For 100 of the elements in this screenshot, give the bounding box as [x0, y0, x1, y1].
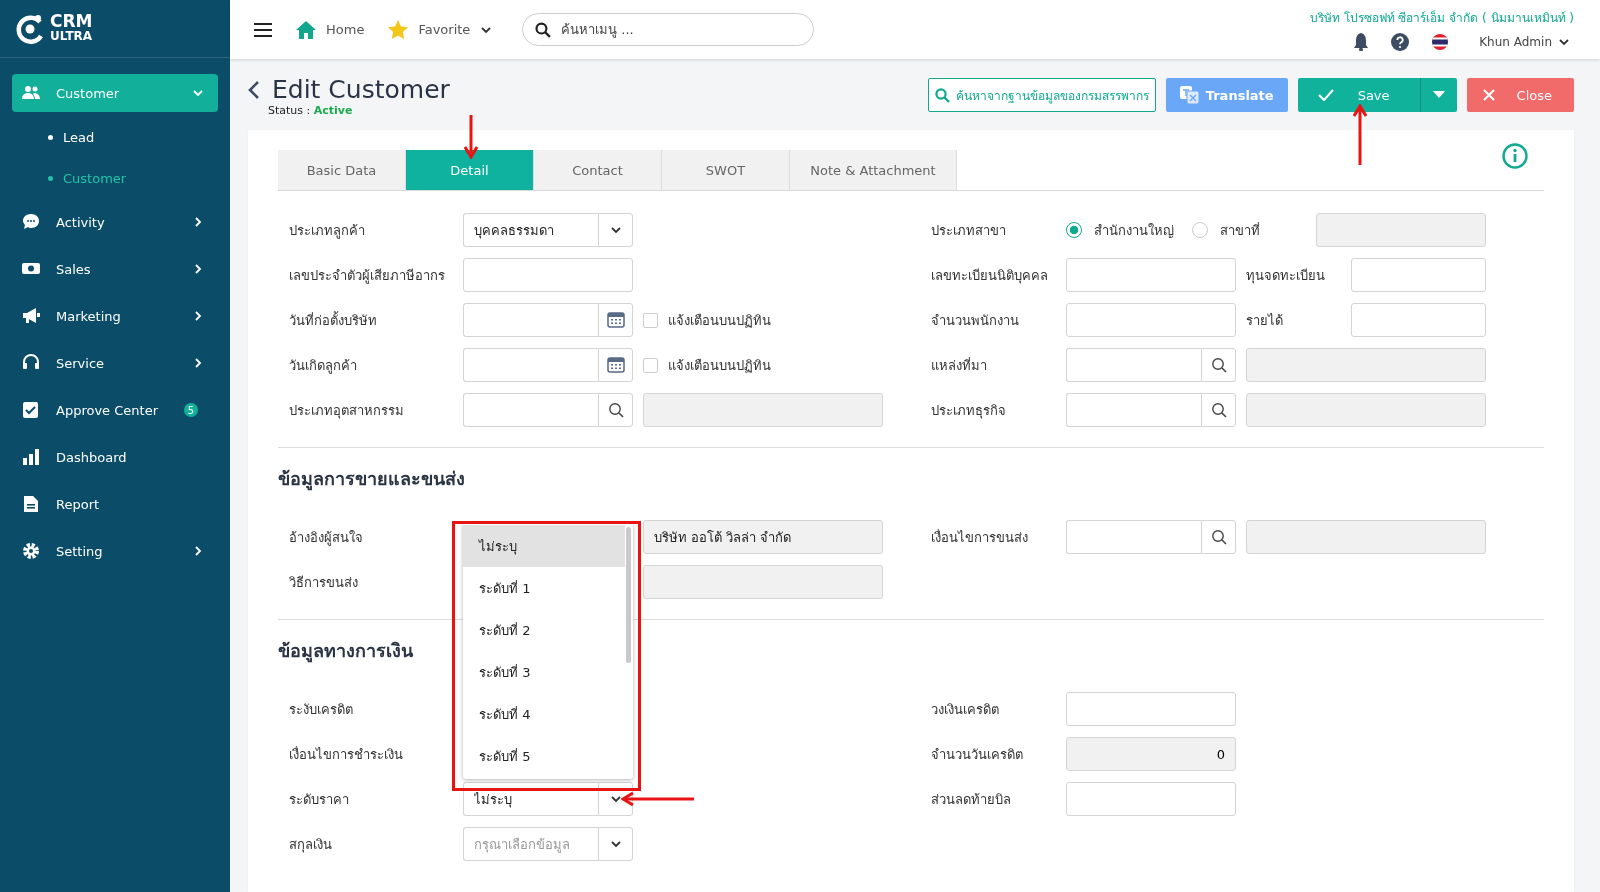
search-button[interactable] — [1201, 520, 1236, 554]
sidebar-item[interactable]: Setting — [12, 532, 218, 570]
sidebar-item[interactable]: Sales — [12, 250, 218, 288]
search-icon — [934, 87, 950, 103]
sidebar-item[interactable]: Service — [12, 344, 218, 382]
dropdown-option[interactable]: ระดับที่ 3 — [463, 651, 625, 693]
dropdown-option[interactable]: ระดับที่ 5 — [463, 735, 625, 777]
date-field[interactable] — [463, 348, 598, 382]
readonly-field[interactable] — [1246, 520, 1486, 554]
count-badge: 5 — [184, 403, 198, 417]
readonly-field[interactable] — [1246, 348, 1486, 382]
crm-logo: CRM ULTRA — [0, 0, 230, 58]
section-title: ข้อมูลทางการเงิน — [278, 639, 414, 663]
sidebar-item[interactable]: Activity — [12, 203, 218, 241]
field-label: ประเภทสาขา — [931, 221, 1007, 240]
submenu-item[interactable]: Customer — [12, 162, 218, 194]
lookup-field[interactable] — [1066, 348, 1201, 382]
lookup-field[interactable] — [1066, 393, 1201, 427]
status-text: Status : Active — [268, 104, 354, 117]
house-icon — [296, 20, 316, 39]
sidebar-item[interactable]: Report — [12, 485, 218, 523]
radio-option[interactable]: สำนักงานใหญ่ — [1066, 219, 1174, 241]
readonly-field[interactable] — [1246, 393, 1486, 427]
calendar-icon — [606, 357, 625, 373]
calendar-icon — [606, 312, 625, 328]
dropdown-option[interactable]: ระดับที่ 1 — [463, 567, 625, 609]
text-field[interactable] — [1351, 303, 1486, 337]
bell-icon[interactable] — [1353, 33, 1370, 51]
home-link[interactable]: Home — [296, 20, 365, 39]
search-button[interactable] — [1201, 393, 1236, 427]
save-options-button[interactable] — [1419, 78, 1457, 112]
calendar-button[interactable] — [598, 303, 633, 337]
dropdown-option[interactable]: ระดับที่ 2 — [463, 609, 625, 651]
dropdown-option[interactable]: ระดับที่ 4 — [463, 693, 625, 735]
submenu-item[interactable]: Lead — [12, 121, 218, 153]
search-button[interactable] — [1201, 348, 1236, 382]
field-label: ส่วนลดท้ายบิล — [931, 790, 1012, 809]
readonly-field[interactable]: บริษัท ออโต้ วิลล่า จำกัด — [643, 520, 883, 554]
user-menu[interactable]: Khun Admin — [1479, 35, 1570, 49]
page-title: Edit Customer — [272, 75, 450, 104]
dropdown-field[interactable]: กรุณาเลือกข้อมูล — [463, 827, 598, 861]
field-label: ประเภทลูกค้า — [289, 221, 366, 241]
text-field[interactable] — [1066, 258, 1236, 292]
bullet-icon — [48, 175, 53, 181]
field-label: แหล่งที่มา — [931, 356, 988, 375]
search-icon — [1210, 529, 1227, 545]
logo-mark-icon — [14, 12, 46, 45]
search-button[interactable] — [598, 393, 633, 427]
field-label: ประเภทอุตสาหกรรม — [289, 401, 405, 421]
date-field[interactable] — [463, 303, 598, 337]
text-field[interactable] — [1351, 258, 1486, 292]
search-icon — [607, 402, 624, 418]
flag-icon[interactable] — [1431, 33, 1450, 51]
field-label: ระงับเครดิต — [289, 700, 354, 719]
back-icon[interactable] — [248, 79, 260, 100]
company-name: บริษัท โปรซอฟท์ ซีอาร์เอ็ม จำกัด ( นิมมานเหมินท์ ) — [1309, 9, 1574, 27]
check-icon — [1317, 89, 1334, 101]
field-label: วิธีการขนส่ง — [289, 573, 359, 592]
favorite-menu[interactable]: Favorite — [388, 20, 493, 39]
scrollbar-thumb[interactable] — [626, 527, 631, 663]
text-field[interactable] — [1066, 303, 1236, 337]
menu-icon[interactable] — [254, 22, 272, 37]
help-icon[interactable] — [1391, 33, 1410, 51]
field-label: อ้างอิงผู้สนใจ — [289, 528, 364, 548]
lookup-field[interactable] — [1066, 520, 1201, 554]
gear-icon — [22, 542, 40, 560]
sidebar-item[interactable]: Marketing — [12, 297, 218, 335]
field-label: จำนวนพนักงาน — [931, 311, 1020, 330]
search-icon — [535, 21, 552, 38]
dropdown-toggle[interactable] — [598, 827, 633, 861]
field-label: วันเกิดลูกค้า — [289, 356, 358, 376]
calendar-button[interactable] — [598, 348, 633, 382]
checkbox[interactable]: แจ้งเตือนบนปฏิทิน — [643, 303, 883, 337]
checkbox[interactable]: แจ้งเตือนบนปฏิทิน — [643, 348, 883, 382]
info-icon[interactable] — [1502, 143, 1528, 169]
readonly-field[interactable] — [1316, 213, 1486, 247]
radio-option[interactable]: สาขาที่ — [1192, 219, 1260, 241]
tab[interactable]: SWOT — [662, 150, 790, 190]
tab[interactable]: Contact — [534, 150, 662, 190]
tab[interactable]: Basic Data — [278, 150, 406, 190]
tab[interactable]: Note & Attachment — [790, 150, 957, 190]
search-field[interactable]: ค้นหาเมนู ... — [559, 21, 802, 38]
text-field[interactable] — [1066, 782, 1236, 816]
readonly-field[interactable] — [643, 393, 883, 427]
close-icon — [1482, 89, 1495, 101]
readonly-field[interactable]: 0 — [1066, 737, 1236, 771]
sidebar-item[interactable]: Dashboard — [12, 438, 218, 476]
text-field[interactable] — [1066, 692, 1236, 726]
field-label: เงื่อนไขการชำระเงิน — [289, 745, 404, 764]
dropdown-field[interactable]: บุคคลธรรมดา — [463, 213, 598, 247]
field-label: ระดับราคา — [289, 790, 350, 809]
readonly-field[interactable] — [643, 565, 883, 599]
field-label: เงื่อนไขการขนส่ง — [931, 528, 1029, 547]
sidebar-item[interactable]: Approve Center 5 — [12, 391, 218, 429]
dropdown-option[interactable]: ไม่ระบุ — [463, 525, 625, 567]
lookup-field[interactable] — [463, 393, 598, 427]
text-field[interactable] — [463, 258, 633, 292]
caret-down-icon — [1432, 91, 1445, 99]
dropdown-toggle[interactable] — [598, 213, 633, 247]
document-icon — [22, 495, 40, 513]
